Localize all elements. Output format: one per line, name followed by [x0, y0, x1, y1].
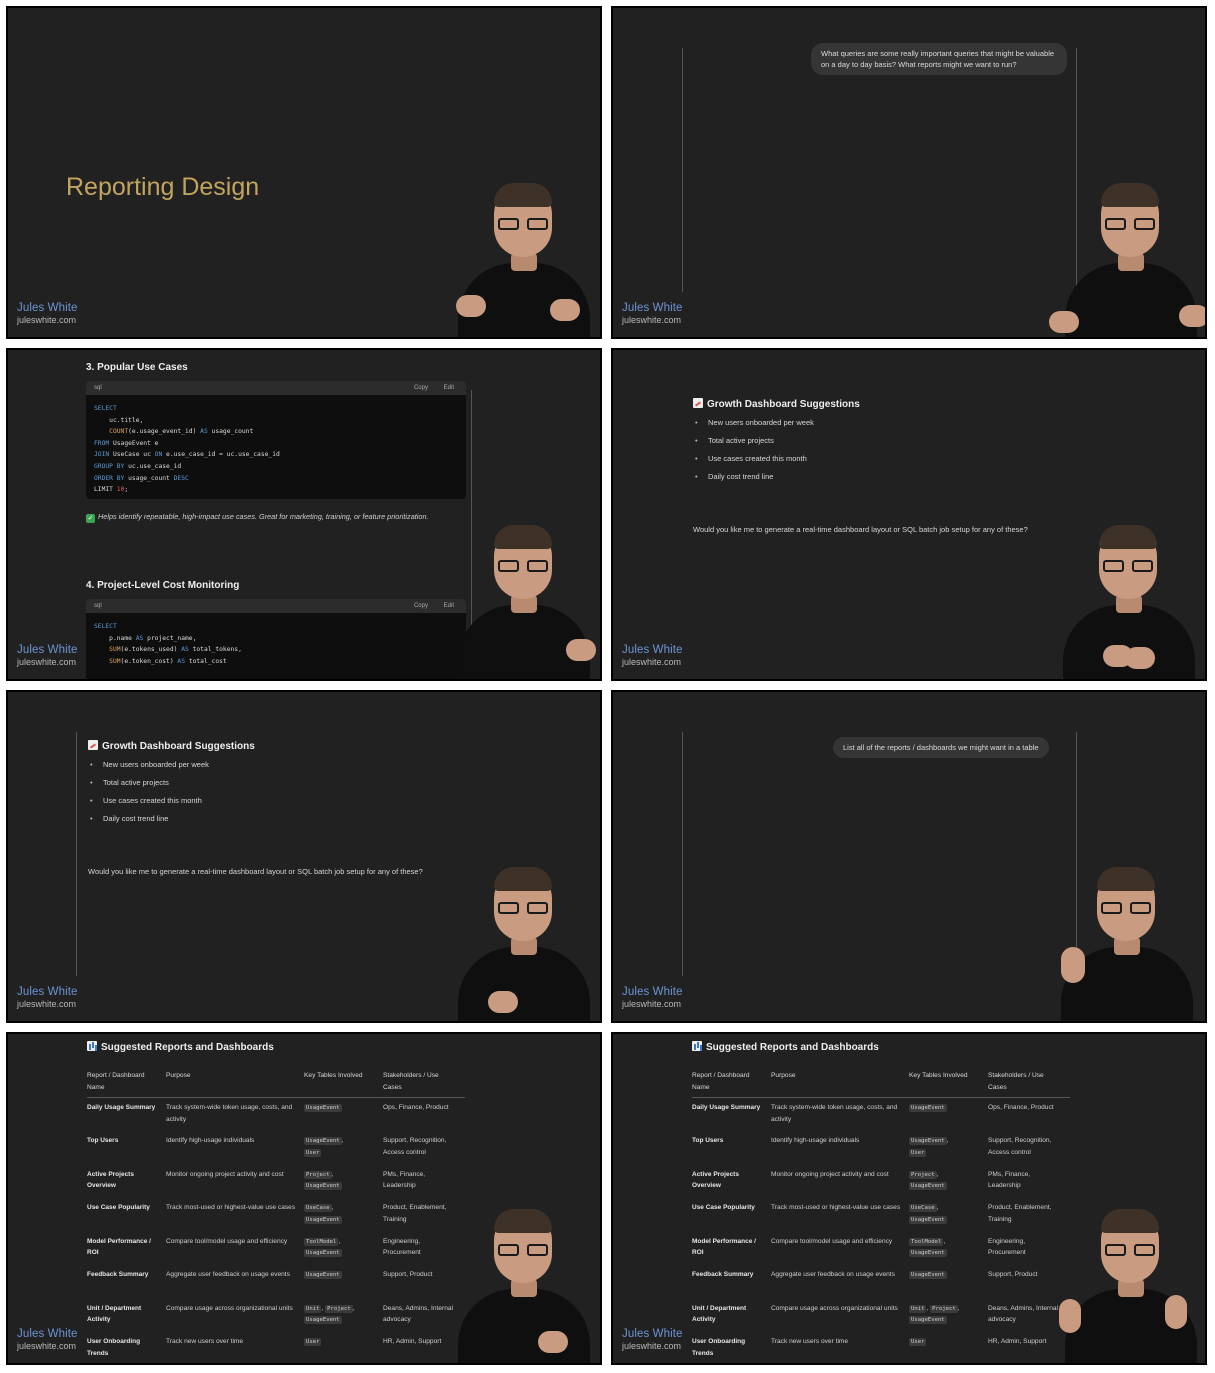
reports-heading: Suggested Reports and Dashboards — [692, 1041, 879, 1053]
table-row: Active Projects Overview Monitor ongoing … — [87, 1170, 426, 1190]
brand-watermark: Jules White juleswhite.com — [622, 1328, 683, 1351]
divider — [682, 732, 683, 976]
user-prompt-bubble: What queries are some really important q… — [811, 43, 1067, 75]
column-header: Purpose — [771, 1070, 909, 1098]
video-frame-1: Reporting Design Jules White juleswhite.c… — [6, 6, 602, 339]
presenter-image — [438, 519, 600, 679]
code-language: sql — [94, 385, 102, 391]
sql-code: SELECT p.name AS project_name, SUM(e.tok… — [94, 623, 242, 665]
growth-list: New users onboarded per week Total activ… — [88, 760, 209, 832]
checkmark-icon: ✓ — [86, 514, 95, 523]
presenter-image — [1043, 519, 1205, 679]
list-item: Use cases created this month — [88, 796, 209, 814]
follow-up-question: Would you like me to generate a real-tim… — [693, 525, 1028, 534]
table-row: Model Performance / ROI Compare tool/mode… — [87, 1237, 421, 1257]
growth-heading: Growth Dashboard Suggestions — [693, 398, 860, 410]
column-header: Key Tables Involved — [304, 1070, 383, 1098]
table-row: Unit / Department Activity Compare usage … — [692, 1304, 1059, 1324]
sql-code: SELECT uc.title, COUNT(e.usage_event_id)… — [94, 405, 280, 494]
list-item: Daily cost trend line — [88, 814, 209, 832]
presenter-image — [1045, 1203, 1205, 1363]
divider — [76, 732, 77, 976]
table-row: Top Users Identify high-usage individuals… — [692, 1137, 1052, 1157]
table-row: Daily Usage Summary Track system-wide tok… — [692, 1104, 1054, 1123]
presenter-image — [1045, 177, 1205, 337]
reports-heading: Suggested Reports and Dashboards — [87, 1041, 274, 1053]
video-frame-8: Suggested Reports and Dashboards Report … — [611, 1032, 1207, 1365]
list-item: Total active projects — [693, 436, 814, 454]
list-item: Total active projects — [88, 778, 209, 796]
bar-chart-icon — [87, 1041, 97, 1051]
table-row: Daily Usage Summary Track system-wide tok… — [87, 1104, 449, 1123]
list-item: New users onboarded per week — [88, 760, 209, 778]
table-row: Use Case Popularity Track most-used or hi… — [692, 1204, 1052, 1224]
list-item: Daily cost trend line — [693, 472, 814, 490]
chart-increasing-icon — [88, 740, 98, 750]
brand-watermark: Jules White juleswhite.com — [17, 644, 78, 667]
table-row: Active Projects Overview Monitor ongoing … — [692, 1170, 1031, 1190]
brand-watermark: Jules White juleswhite.com — [17, 1328, 78, 1351]
brand-watermark: Jules White juleswhite.com — [622, 986, 683, 1009]
column-header: Stakeholders / Use Cases — [988, 1070, 1070, 1098]
column-header: Stakeholders / Use Cases — [383, 1070, 465, 1098]
presenter-image — [438, 177, 600, 337]
divider — [682, 48, 683, 292]
presenter-image — [438, 861, 600, 1021]
column-header: Purpose — [166, 1070, 304, 1098]
table-row: User Onboarding Trends Track new users ov… — [692, 1338, 1047, 1357]
brand-watermark: Jules White juleswhite.com — [622, 644, 683, 667]
table-row: Use Case Popularity Track most-used or hi… — [87, 1204, 447, 1224]
section-heading: 3. Popular Use Cases — [86, 362, 188, 373]
copy-button[interactable]: Copy — [414, 385, 428, 391]
column-header: Report / Dashboard Name — [87, 1070, 166, 1098]
reports-table: Report / Dashboard Name Purpose Key Tabl… — [87, 1070, 465, 1363]
video-frame-6: List all of the reports / dashboards we … — [611, 690, 1207, 1023]
section-heading: 4. Project-Level Cost Monitoring — [86, 580, 240, 591]
table-row: Top Users Identify high-usage individuals… — [87, 1137, 447, 1157]
bar-chart-icon — [692, 1041, 702, 1051]
list-item: New users onboarded per week — [693, 418, 814, 436]
video-frame-2: What queries are some really important q… — [611, 6, 1207, 339]
follow-up-question: Would you like me to generate a real-tim… — [88, 867, 423, 876]
growth-list: New users onboarded per week Total activ… — [693, 418, 814, 490]
column-header: Report / Dashboard Name — [692, 1070, 771, 1098]
code-block: sql Copy Edit SELECT uc.title, COUNT(e.u… — [86, 381, 466, 499]
video-frame-3: 3. Popular Use Cases sql Copy Edit SELEC… — [6, 348, 602, 681]
table-row: Model Performance / ROI Compare tool/mode… — [692, 1237, 1026, 1257]
user-prompt-bubble: List all of the reports / dashboards we … — [833, 737, 1049, 758]
table-row: Feedback Summary Aggregate user feedback … — [692, 1271, 1038, 1279]
code-block: sql Copy Edit SELECT p.name AS project_n… — [86, 599, 466, 679]
reports-table: Report / Dashboard Name Purpose Key Tabl… — [692, 1070, 1070, 1363]
edit-button[interactable]: Edit — [444, 385, 454, 391]
presenter-image — [438, 1203, 600, 1363]
table-row: User Onboarding Trends Track new users ov… — [87, 1338, 442, 1357]
video-frame-7: Suggested Reports and Dashboards Report … — [6, 1032, 602, 1365]
brand-watermark: Jules White juleswhite.com — [17, 986, 78, 1009]
video-frame-4: Growth Dashboard Suggestions New users o… — [611, 348, 1207, 681]
brand-watermark: Jules White juleswhite.com — [622, 302, 683, 325]
growth-heading: Growth Dashboard Suggestions — [88, 740, 255, 752]
list-item: Use cases created this month — [693, 454, 814, 472]
presenter-image — [1041, 861, 1205, 1021]
column-header: Key Tables Involved — [909, 1070, 988, 1098]
brand-watermark: Jules White juleswhite.com — [17, 302, 78, 325]
table-row: Unit / Department Activity Compare usage … — [87, 1304, 454, 1324]
slide-title: Reporting Design — [66, 173, 260, 201]
code-language: sql — [94, 603, 102, 609]
table-row: Feedback Summary Aggregate user feedback … — [87, 1271, 433, 1279]
note-text: ✓ Helps identify repeatable, high-impact … — [86, 512, 429, 523]
chart-increasing-icon — [693, 398, 703, 408]
video-frame-5: Growth Dashboard Suggestions New users o… — [6, 690, 602, 1023]
copy-button[interactable]: Copy — [414, 603, 428, 609]
